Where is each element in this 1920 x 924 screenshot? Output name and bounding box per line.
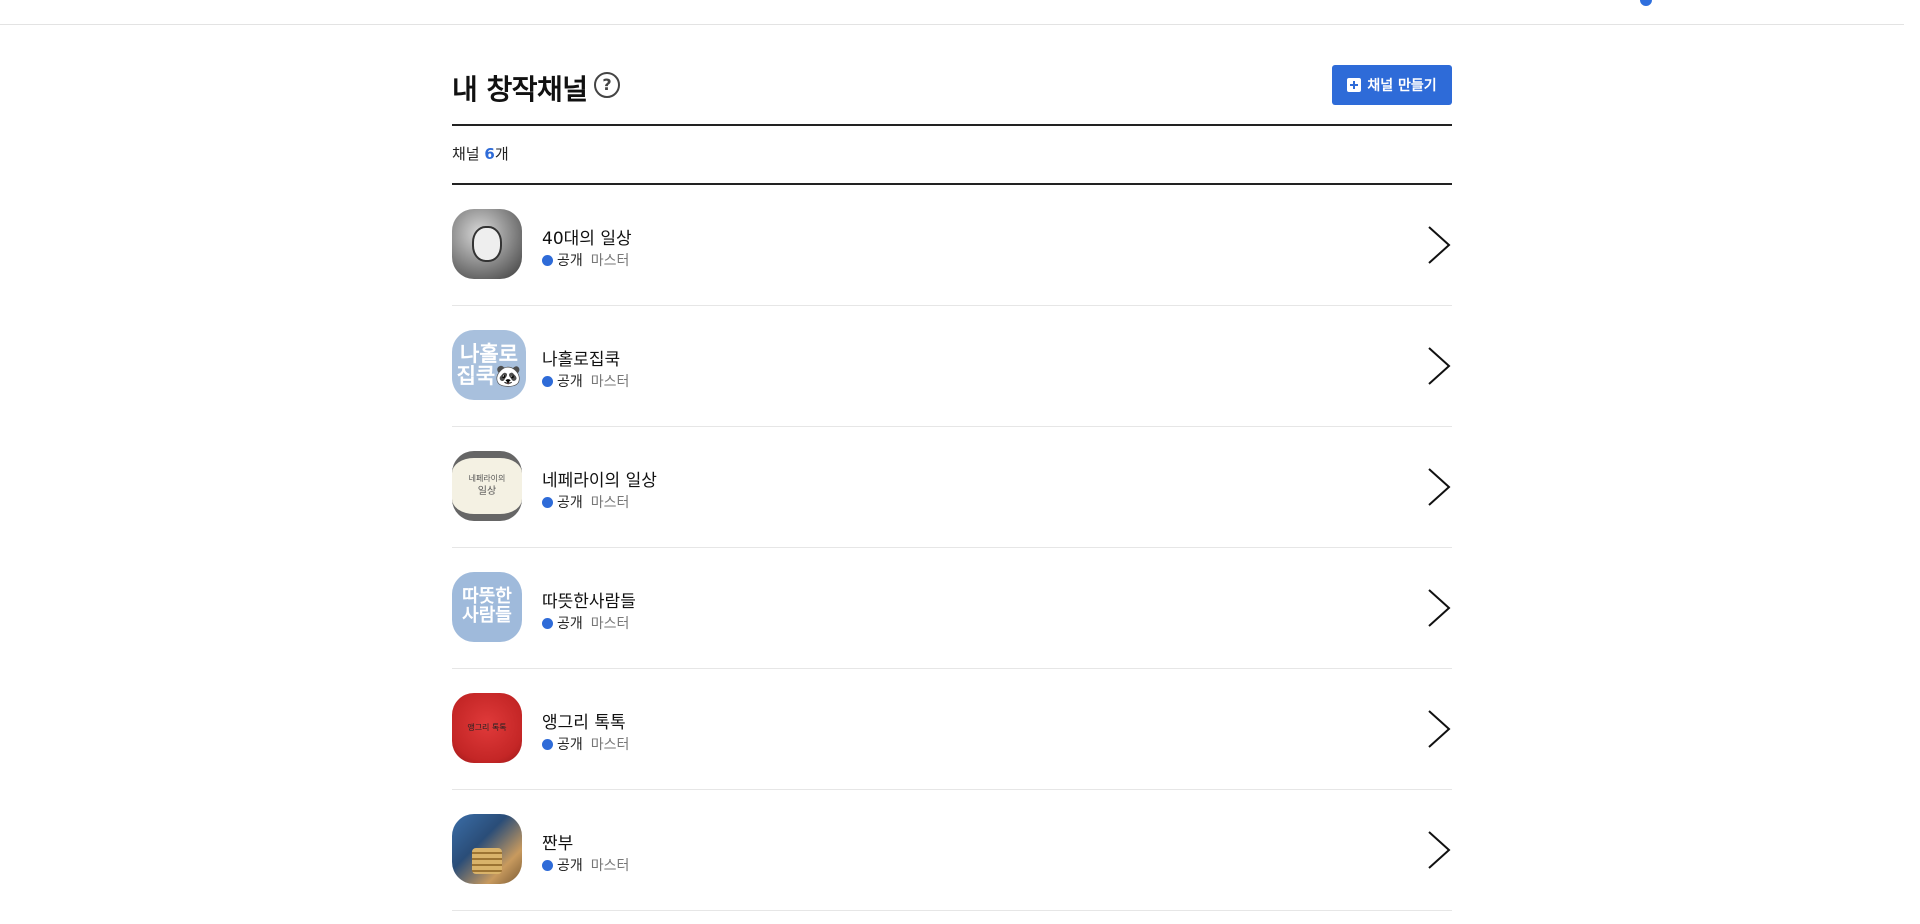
notification-dot-icon[interactable] [1640,0,1652,6]
channel-count-suffix: 개 [494,145,509,163]
chevron-right-icon[interactable] [1426,588,1452,628]
channel-role: 마스터 [590,253,630,269]
status-dot-icon [542,859,553,871]
channel-thumbnail [452,209,522,279]
channel-meta: 공개 마스터 [542,613,629,633]
channel-meta: 공개 마스터 [542,371,629,391]
channel-status: 공개 [557,858,583,874]
channel-item-40s-daily[interactable]: 40대의 일상 공개 마스터 [452,185,1452,306]
channel-thumbnail [452,814,522,884]
channel-status: 공개 [557,374,583,390]
channel-role: 마스터 [590,616,630,632]
channel-status: 공개 [557,253,583,269]
thumbnail-text-line-2: 일상 [477,485,497,497]
channel-item-jjanbu[interactable]: 짠부 공개 마스터 [452,790,1452,911]
channel-status: 공개 [557,737,583,753]
channel-count-prefix: 채널 [452,145,485,163]
channel-page: 내 창작채널 ? 채널 만들기 채널 6개 40대의 일상 공개 마스터 나홀로… [452,24,1452,911]
channel-list: 40대의 일상 공개 마스터 나홀로 집쿡🐼 나홀로집쿡 공개 마스터 네페라이… [452,185,1452,911]
top-navigation-bar [0,0,1904,25]
person-photo-icon [472,226,502,262]
channel-meta: 공개 마스터 [542,734,629,754]
chevron-right-icon[interactable] [1426,467,1452,507]
status-dot-icon [542,254,553,266]
channel-name: 40대의 일상 [542,229,632,249]
page-title: 내 창작채널 [452,73,588,106]
channel-thumbnail: 네페라이의 일상 [452,451,522,521]
channel-status: 공개 [557,495,583,511]
channel-name: 짠부 [542,834,574,854]
chevron-right-icon[interactable] [1426,830,1452,870]
channel-count: 채널 6개 [452,126,1452,185]
channel-role: 마스터 [590,374,630,390]
coins-photo-icon [472,848,502,874]
channel-role: 마스터 [590,737,630,753]
chevron-right-icon[interactable] [1426,346,1452,386]
channel-item-solo-cook[interactable]: 나홀로 집쿡🐼 나홀로집쿡 공개 마스터 [452,306,1452,427]
plus-square-icon [1347,78,1362,92]
status-dot-icon [542,738,553,750]
channel-name: 앵그리 톡톡 [542,713,626,733]
chevron-right-icon[interactable] [1426,709,1452,749]
channel-name: 따뜻한사람들 [542,592,636,612]
channel-count-value: 6 [484,145,495,163]
chevron-right-icon[interactable] [1426,225,1452,265]
channel-role: 마스터 [590,495,630,511]
channel-thumbnail: 앵그리 톡톡 [452,693,522,763]
channel-thumbnail: 나홀로 집쿡🐼 [452,330,526,400]
channel-item-angry-talk[interactable]: 앵그리 톡톡 앵그리 톡톡 공개 마스터 [452,669,1452,790]
status-dot-icon [542,617,553,629]
create-channel-button[interactable]: 채널 만들기 [1332,65,1452,105]
channel-item-warm-people[interactable]: 따뜻한 사람들 따뜻한사람들 공개 마스터 [452,548,1452,669]
channel-meta: 공개 마스터 [542,492,629,512]
create-channel-label: 채널 만들기 [1367,78,1437,94]
channel-name: 네페라이의 일상 [542,471,657,491]
channel-thumbnail: 따뜻한 사람들 [452,572,522,642]
status-dot-icon [542,496,553,508]
channel-name: 나홀로집쿡 [542,350,621,370]
channel-meta: 공개 마스터 [542,855,629,875]
channel-status: 공개 [557,616,583,632]
channel-role: 마스터 [590,858,630,874]
channel-item-neperai-daily[interactable]: 네페라이의 일상 네페라이의 일상 공개 마스터 [452,427,1452,548]
channel-meta: 공개 마스터 [542,250,629,270]
status-dot-icon [542,375,553,387]
page-header: 내 창작채널 ? 채널 만들기 [452,24,1452,126]
help-icon[interactable]: ? [594,72,620,98]
thumbnail-text-line-1: 네페라이의 [468,473,506,483]
